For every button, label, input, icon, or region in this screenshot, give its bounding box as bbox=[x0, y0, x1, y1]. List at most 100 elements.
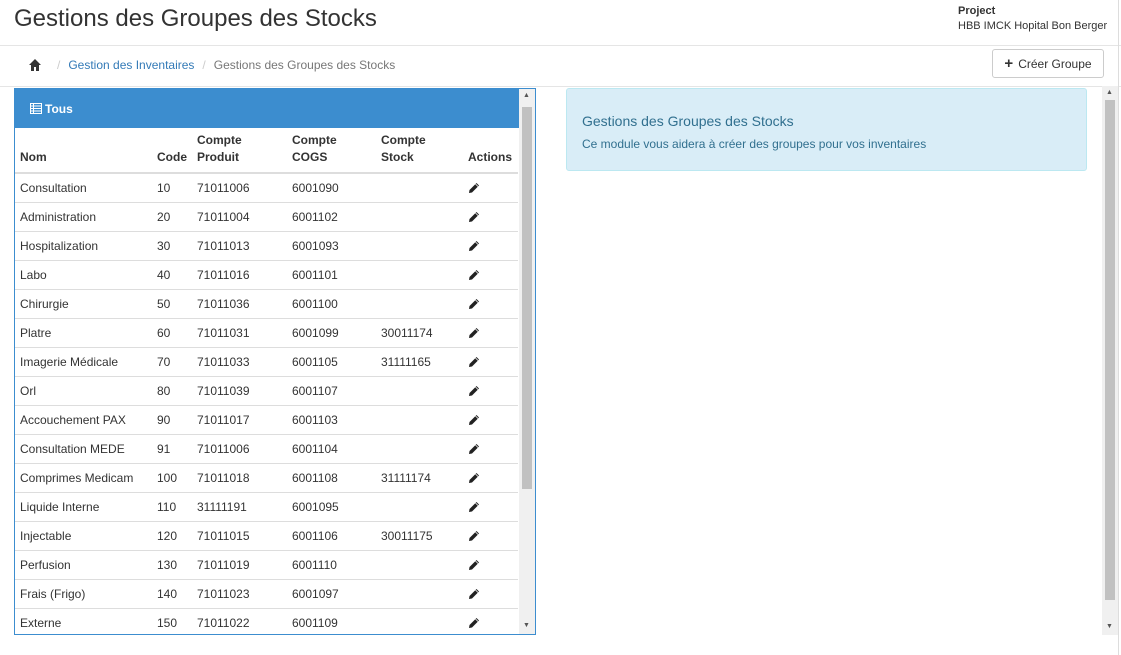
cell-nom: Perfusion bbox=[15, 549, 152, 579]
cell-code: 100 bbox=[152, 462, 192, 492]
info-alert: Gestions des Groupes des Stocks Ce modul… bbox=[566, 88, 1087, 171]
pencil-icon[interactable] bbox=[468, 182, 480, 194]
cell-nom: Consultation bbox=[15, 172, 152, 202]
cell-nom: Hospitalization bbox=[15, 230, 152, 260]
table-row: Labo 40 71011016 6001101 bbox=[15, 259, 518, 289]
cell-nom: Orl bbox=[15, 375, 152, 405]
cell-nom: Frais (Frigo) bbox=[15, 578, 152, 608]
table-row: Administration 20 71011004 6001102 bbox=[15, 201, 518, 231]
breadcrumb-link-inventaires[interactable]: Gestion des Inventaires bbox=[68, 58, 194, 72]
cell-compte-cogs: 6001105 bbox=[287, 346, 376, 376]
page-scrollbar[interactable]: ▲ ▼ bbox=[1102, 86, 1118, 635]
cell-actions bbox=[463, 549, 518, 579]
cell-compte-produit: 71011036 bbox=[192, 288, 287, 318]
cell-nom: Chirurgie bbox=[15, 288, 152, 318]
cell-nom: Accouchement PAX bbox=[15, 404, 152, 434]
cell-compte-cogs: 6001099 bbox=[287, 317, 376, 347]
table-row: Injectable 120 71011015 6001106 30011175 bbox=[15, 520, 518, 550]
pencil-icon[interactable] bbox=[468, 617, 480, 629]
cell-compte-cogs: 6001090 bbox=[287, 172, 376, 202]
table-row: Platre 60 71011031 6001099 30011174 bbox=[15, 317, 518, 347]
page-header: Gestions des Groupes des Stocks Project … bbox=[0, 0, 1121, 46]
cell-code: 150 bbox=[152, 607, 192, 634]
scroll-up-arrow-icon[interactable]: ▲ bbox=[523, 92, 530, 99]
cell-compte-produit: 31111191 bbox=[192, 491, 287, 521]
cell-compte-produit: 71011006 bbox=[192, 172, 287, 202]
pencil-icon[interactable] bbox=[468, 559, 480, 571]
cell-actions bbox=[463, 462, 518, 492]
page-scroll-up-arrow-icon[interactable]: ▲ bbox=[1106, 89, 1113, 96]
page-scrollbar-thumb[interactable] bbox=[1105, 100, 1115, 600]
cell-compte-cogs: 6001097 bbox=[287, 578, 376, 608]
pencil-icon[interactable] bbox=[468, 530, 480, 542]
breadcrumb-current: Gestions des Groupes des Stocks bbox=[213, 58, 396, 72]
pencil-icon[interactable] bbox=[468, 385, 480, 397]
pencil-icon[interactable] bbox=[468, 356, 480, 368]
column-header-nom[interactable]: Nom bbox=[15, 128, 152, 174]
table-row: Orl 80 71011039 6001107 bbox=[15, 375, 518, 405]
cell-code: 120 bbox=[152, 520, 192, 550]
create-group-button[interactable]: + Créer Groupe bbox=[992, 49, 1104, 78]
cell-compte-cogs: 6001103 bbox=[287, 404, 376, 434]
cell-nom: Externe bbox=[15, 607, 152, 634]
table-row: Externe 150 71011022 6001109 bbox=[15, 607, 518, 634]
cell-nom: Injectable bbox=[15, 520, 152, 550]
scrollbar-thumb[interactable] bbox=[522, 107, 532, 489]
cell-compte-cogs: 6001093 bbox=[287, 230, 376, 260]
pencil-icon[interactable] bbox=[468, 269, 480, 281]
pencil-icon[interactable] bbox=[468, 414, 480, 426]
cell-actions bbox=[463, 288, 518, 318]
breadcrumb-separator: / bbox=[57, 58, 61, 72]
page-scroll-down-arrow-icon[interactable]: ▼ bbox=[1106, 623, 1113, 630]
project-info: Project HBB IMCK Hopital Bon Berger bbox=[958, 4, 1107, 34]
cell-code: 50 bbox=[152, 288, 192, 318]
cell-compte-stock bbox=[376, 375, 463, 405]
scroll-down-arrow-icon[interactable]: ▼ bbox=[523, 622, 530, 629]
cell-compte-produit: 71011031 bbox=[192, 317, 287, 347]
cell-compte-cogs: 6001109 bbox=[287, 607, 376, 634]
table-icon bbox=[30, 103, 42, 114]
cell-compte-produit: 71011013 bbox=[192, 230, 287, 260]
pencil-icon[interactable] bbox=[468, 443, 480, 455]
cell-compte-cogs: 6001108 bbox=[287, 462, 376, 492]
cell-code: 91 bbox=[152, 433, 192, 463]
cell-code: 20 bbox=[152, 201, 192, 231]
cell-compte-stock bbox=[376, 607, 463, 634]
table-scrollbar[interactable]: ▲ ▼ bbox=[519, 89, 535, 634]
cell-compte-stock bbox=[376, 172, 463, 202]
cell-compte-produit: 71011023 bbox=[192, 578, 287, 608]
pencil-icon[interactable] bbox=[468, 298, 480, 310]
groups-table: Nom Code Compte Produit Compte COGS Comp… bbox=[15, 128, 518, 634]
column-header-compte-stock[interactable]: Compte Stock bbox=[376, 128, 463, 174]
pencil-icon[interactable] bbox=[468, 588, 480, 600]
column-header-compte-cogs[interactable]: Compte COGS bbox=[287, 128, 376, 174]
pencil-icon[interactable] bbox=[468, 211, 480, 223]
cell-compte-produit: 71011016 bbox=[192, 259, 287, 289]
column-header-compte-produit[interactable]: Compte Produit bbox=[192, 128, 287, 174]
page-title: Gestions des Groupes des Stocks bbox=[14, 5, 377, 32]
cell-compte-stock: 30011174 bbox=[376, 317, 463, 347]
home-icon[interactable] bbox=[28, 58, 42, 72]
project-label: Project bbox=[958, 5, 996, 17]
pencil-icon[interactable] bbox=[468, 240, 480, 252]
cell-actions bbox=[463, 346, 518, 376]
cell-compte-produit: 71011033 bbox=[192, 346, 287, 376]
cell-code: 10 bbox=[152, 172, 192, 202]
cell-compte-stock bbox=[376, 259, 463, 289]
pencil-icon[interactable] bbox=[468, 501, 480, 513]
cell-compte-stock: 31111165 bbox=[376, 346, 463, 376]
cell-actions bbox=[463, 607, 518, 634]
pencil-icon[interactable] bbox=[468, 472, 480, 484]
cell-actions bbox=[463, 375, 518, 405]
panel-heading: Tous bbox=[15, 89, 535, 128]
column-header-code[interactable]: Code bbox=[152, 128, 192, 174]
header-divider bbox=[0, 86, 1121, 87]
info-text: Ce module vous aidera à créer des groupe… bbox=[582, 137, 927, 151]
table-row: Perfusion 130 71011019 6001110 bbox=[15, 549, 518, 579]
table-row: Comprimes Medicam 100 71011018 6001108 31111… bbox=[15, 462, 518, 492]
table-header-row: Nom Code Compte Produit Compte COGS Comp… bbox=[15, 128, 518, 174]
cell-compte-cogs: 6001100 bbox=[287, 288, 376, 318]
pencil-icon[interactable] bbox=[468, 327, 480, 339]
table-row: Imagerie Médicale 70 71011033 6001105 311111… bbox=[15, 346, 518, 376]
cell-compte-cogs: 6001110 bbox=[287, 549, 376, 579]
